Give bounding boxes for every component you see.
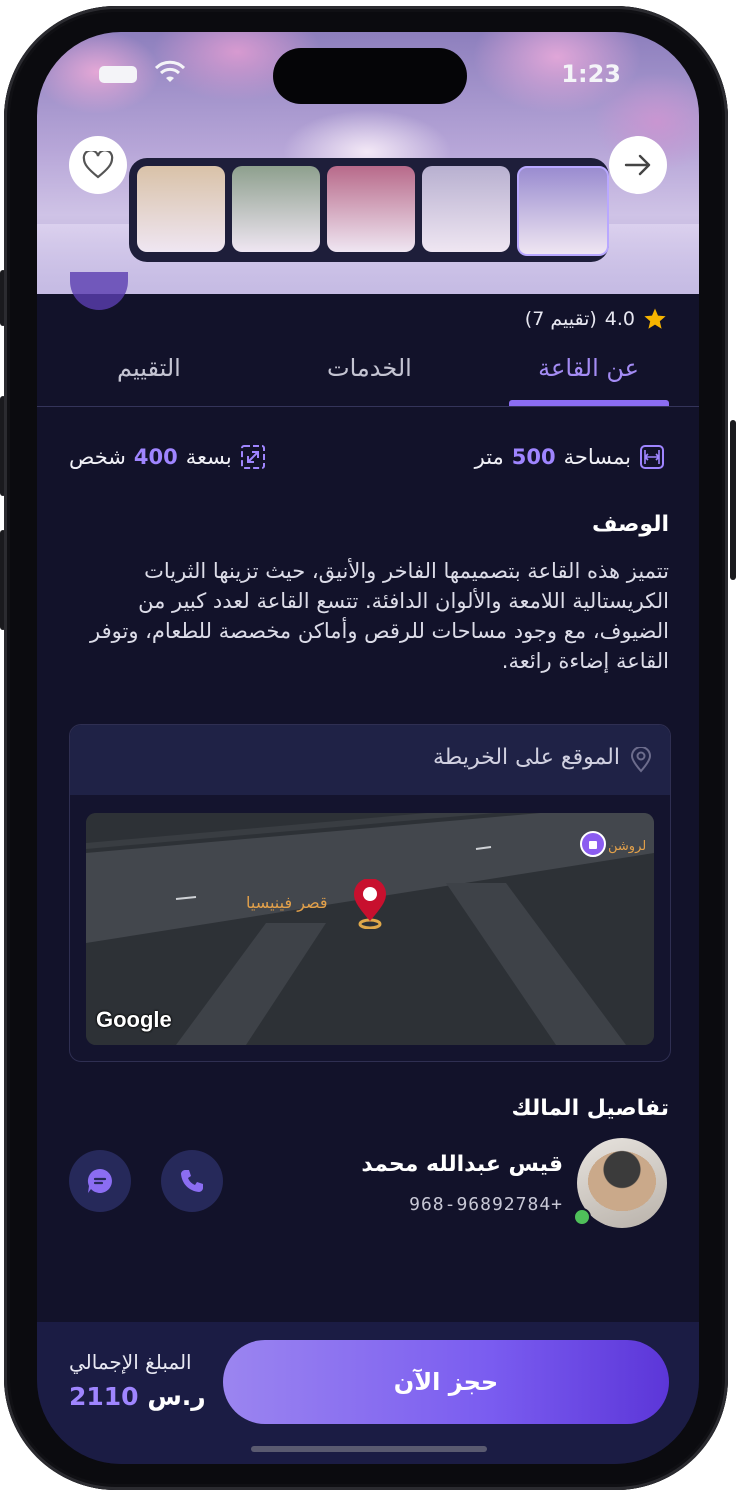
rating-value: 4.0 — [604, 308, 635, 330]
gallery-thumbnail-1[interactable] — [137, 166, 225, 252]
power-button — [730, 420, 736, 580]
capacity-label: بسعة — [185, 445, 232, 469]
map-view[interactable]: قصر فينيسيا لروشن Google — [86, 813, 654, 1045]
expand-icon — [240, 445, 265, 469]
tab-divider — [37, 406, 699, 407]
battery-icon — [99, 66, 137, 83]
tab-about[interactable]: عن القاعة — [538, 354, 639, 382]
call-button[interactable] — [161, 1150, 223, 1212]
chat-icon — [87, 1168, 112, 1193]
poi-map-label: لروشن — [608, 839, 647, 854]
chat-button[interactable] — [69, 1150, 131, 1212]
book-now-button[interactable]: حجز الآن — [223, 1340, 669, 1424]
status-time: 1:23 — [561, 60, 621, 88]
hall-stats: بمساحة 500 متر بسعة 400 شخص — [37, 444, 699, 480]
wifi-icon — [155, 60, 185, 82]
star-icon — [644, 308, 666, 329]
location-icon — [630, 747, 652, 773]
map-header: الموقع على الخريطة — [70, 725, 670, 795]
area-stat: بمساحة 500 متر — [475, 444, 665, 470]
favorite-button[interactable] — [69, 136, 127, 194]
tab-bar: عن القاعة الخدمات التقييم — [37, 338, 699, 406]
gallery-thumbnail-4[interactable] — [422, 166, 510, 252]
gallery-thumbnail-2[interactable] — [232, 166, 320, 252]
area-unit: متر — [474, 445, 504, 469]
capacity-value: 400 — [133, 445, 178, 469]
tab-reviews[interactable]: التقييم — [117, 354, 181, 382]
phone-icon — [181, 1170, 203, 1192]
map-title: الموقع على الخريطة — [433, 745, 620, 770]
total-amount: ر.س 2110 — [69, 1382, 206, 1411]
dynamic-island — [273, 48, 467, 104]
next-button[interactable] — [609, 136, 667, 194]
currency: ر.س — [147, 1382, 206, 1411]
gallery-thumbnail-3[interactable] — [327, 166, 415, 252]
hall-logo — [70, 272, 128, 310]
gallery-thumbnail-5[interactable] — [517, 166, 609, 256]
home-indicator — [251, 1446, 487, 1452]
venue-map-label: قصر فينيسيا — [246, 893, 328, 912]
heart-icon — [82, 151, 114, 179]
tab-services[interactable]: الخدمات — [327, 354, 412, 382]
owner-phone: 968-96892784+ — [409, 1194, 563, 1215]
venue-pin-icon[interactable] — [350, 879, 390, 929]
owner-section-title: تفاصيل المالك — [511, 1096, 669, 1121]
map-card: الموقع على الخريطة قصر فينيسيا لروشن Goo… — [69, 724, 671, 1062]
thumbnail-strip — [129, 158, 609, 262]
description-text: تتميز هذه القاعة بتصميمها الفاخر والأنيق… — [90, 559, 669, 673]
area-icon — [640, 445, 664, 469]
google-attribution: Google — [96, 1007, 172, 1032]
online-status-dot — [573, 1208, 591, 1226]
area-value: 500 — [511, 445, 556, 469]
total-value: 2110 — [69, 1382, 139, 1411]
area-label: بمساحة — [563, 445, 631, 469]
shopping-poi-icon[interactable] — [580, 831, 606, 857]
rating-count: (7 تقييم) — [524, 308, 597, 330]
total-label: المبلغ الإجمالي — [69, 1350, 192, 1374]
arrow-right-icon — [624, 154, 651, 176]
rating: (7 تقييم) 4.0 — [525, 304, 667, 334]
owner-name: قيس عبدالله محمد — [361, 1152, 563, 1177]
description-title: الوصف — [591, 512, 669, 537]
capacity-unit: شخص — [69, 445, 126, 469]
app-screen: 1:23 (7 تقييم) 4.0 عن القاعة الخدمات الت… — [37, 32, 699, 1464]
capacity-stat: بسعة 400 شخص — [69, 444, 266, 470]
hero-image: 1:23 — [37, 32, 699, 294]
booking-footer: حجز الآن المبلغ الإجمالي ر.س 2110 — [37, 1322, 699, 1464]
